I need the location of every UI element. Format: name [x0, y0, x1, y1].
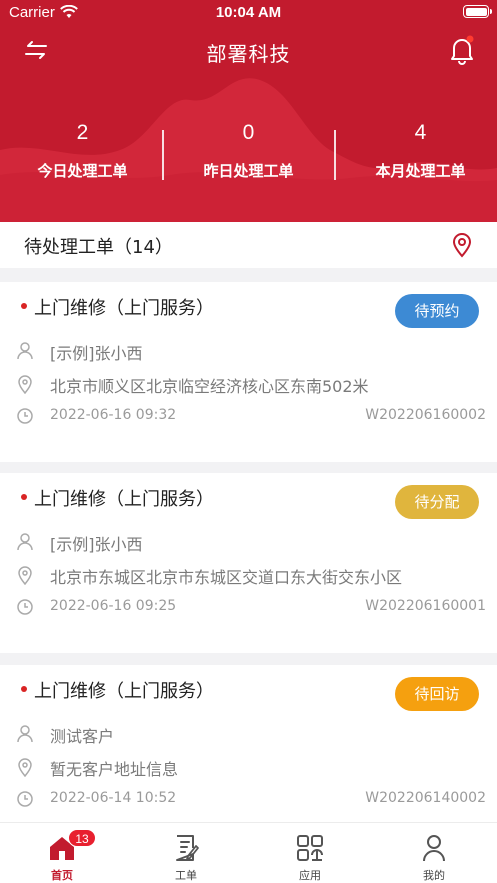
order-datetime: 2022-06-16 09:32 [50, 407, 177, 423]
order-card[interactable]: 上门维修（上门服务） 待预约 [示例]张小西 北京市顺义区北京临空经济核心区东南… [0, 282, 497, 462]
tab-home[interactable]: 13 首页 [0, 823, 124, 883]
meta-row: 2022-06-14 10:52 W202206140002 [16, 787, 486, 811]
address-row: 暂无客户地址信息 [16, 755, 486, 779]
stat-today: 2 今日处理工单 [0, 118, 165, 181]
customer-address: 北京市顺义区北京临空经济核心区东南502米 [50, 377, 369, 396]
status-bar: Carrier 10:04 AM [0, 0, 497, 26]
customer-address: 北京市东城区北京市东城区交道口东大街交东小区 [50, 568, 403, 587]
person-icon [17, 533, 33, 551]
clock-icon [17, 599, 33, 615]
stat-today-value: 2 [76, 121, 89, 144]
stat-today-label: 今日处理工单 [37, 162, 128, 180]
work-order-icon [176, 835, 199, 861]
order-code: W202206160001 [365, 598, 486, 614]
battery-icon [463, 5, 492, 18]
order-card[interactable]: 上门维修（上门服务） 待分配 [示例]张小西 北京市东城区北京市东城区交道口东大… [0, 473, 497, 653]
stat-month-value: 4 [414, 121, 427, 144]
stats-summary: 2 今日处理工单 0 昨日处理工单 4 本月处理工单 [0, 118, 497, 198]
order-datetime: 2022-06-16 09:25 [50, 598, 177, 614]
stat-yesterday-label: 昨日处理工单 [203, 162, 294, 180]
status-time: 10:04 AM [215, 4, 282, 21]
pending-orders-title: 待处理工单（14） [24, 237, 173, 258]
header-banner: Carrier 10:04 AM 部署科技 2 今日处理工单 0 昨日处理工单 [0, 0, 497, 222]
bullet-dot [21, 686, 27, 692]
status-badge[interactable]: 待分配 [395, 485, 479, 519]
location-pin-icon [18, 758, 32, 777]
order-code: W202206140002 [365, 790, 486, 806]
tab-label: 我的 [423, 869, 445, 882]
bullet-dot [21, 494, 27, 500]
bullet-dot [21, 303, 27, 309]
stat-divider [162, 130, 164, 180]
tab-apps[interactable]: 应用 [248, 823, 372, 883]
status-badge[interactable]: 待回访 [395, 677, 479, 711]
customer-address: 暂无客户地址信息 [50, 760, 179, 779]
order-title: 上门维修（上门服务） [34, 681, 214, 702]
tab-work-order[interactable]: 工单 [124, 823, 248, 883]
clock-icon [17, 791, 33, 807]
notification-bell-icon[interactable] [447, 34, 477, 66]
tab-label: 应用 [299, 869, 321, 882]
page-title: 部署科技 [206, 42, 291, 66]
order-datetime: 2022-06-14 10:52 [50, 790, 177, 806]
stat-month: 4 本月处理工单 [338, 118, 497, 181]
stat-yesterday-value: 0 [242, 121, 255, 144]
location-pin-icon [18, 375, 32, 394]
clock-icon [17, 408, 33, 424]
meta-row: 2022-06-16 09:25 W202206160001 [16, 595, 486, 619]
tab-profile[interactable]: 我的 [372, 823, 496, 883]
person-icon [17, 725, 33, 743]
order-card[interactable]: 上门维修（上门服务） 待回访 测试客户 暂无客户地址信息 2022-06-14 … [0, 665, 497, 845]
order-title: 上门维修（上门服务） [34, 489, 214, 510]
apps-icon [297, 835, 323, 861]
order-title: 上门维修（上门服务） [34, 298, 214, 319]
customer-row: [示例]张小西 [16, 530, 486, 554]
nav-bar: 部署科技 [0, 26, 497, 74]
address-row: 北京市东城区北京市东城区交道口东大街交东小区 [16, 563, 486, 587]
person-icon [17, 342, 33, 360]
stat-month-label: 本月处理工单 [375, 162, 466, 180]
customer-row: [示例]张小西 [16, 339, 486, 363]
meta-row: 2022-06-16 09:32 W202206160002 [16, 404, 486, 428]
address-row: 北京市顺义区北京临空经济核心区东南502米 [16, 372, 486, 396]
customer-name: [示例]张小西 [50, 344, 143, 363]
customer-name: [示例]张小西 [50, 535, 143, 554]
location-pin-icon [18, 566, 32, 585]
order-code: W202206160002 [365, 407, 486, 423]
customer-row: 测试客户 [16, 722, 486, 746]
tab-label: 首页 [51, 869, 73, 882]
customer-name: 测试客户 [50, 727, 115, 746]
pending-orders-header: 待处理工单（14） [0, 222, 497, 268]
tab-label: 工单 [175, 869, 197, 882]
stat-divider [334, 130, 336, 180]
map-location-icon[interactable] [450, 232, 474, 258]
unread-count-badge: 13 [68, 829, 96, 847]
profile-icon [423, 835, 445, 862]
stat-yesterday: 0 昨日处理工单 [166, 118, 331, 181]
status-badge[interactable]: 待预约 [395, 294, 479, 328]
bottom-tab-bar: 13 首页 工单 应用 我的 [0, 822, 497, 883]
